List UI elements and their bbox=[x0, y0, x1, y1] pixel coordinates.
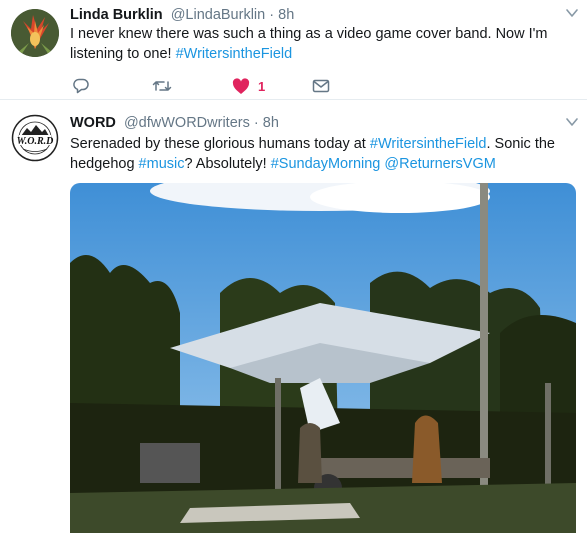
hashtag-link[interactable]: #SundayMorning bbox=[271, 156, 381, 172]
mention-link[interactable]: @ReturnersVGM bbox=[384, 156, 495, 172]
tweet-photo[interactable] bbox=[70, 183, 576, 533]
separator-dot: · bbox=[269, 7, 275, 23]
separator-dot: · bbox=[253, 115, 259, 131]
timestamp[interactable]: 8h bbox=[263, 115, 279, 131]
hashtag-link[interactable]: #music bbox=[139, 156, 185, 172]
flower-avatar[interactable] bbox=[11, 9, 59, 57]
hashtag-link[interactable]: #WritersintheField bbox=[176, 46, 293, 62]
tweet-header: WORD @dfwWORDwriters · 8h bbox=[70, 115, 279, 131]
tweet[interactable]: Linda Burklin @LindaBurklin · 8h I never… bbox=[0, 0, 587, 100]
direct-message-button[interactable] bbox=[312, 76, 330, 96]
chevron-down-icon[interactable] bbox=[565, 115, 579, 129]
user-handle[interactable]: @LindaBurklin bbox=[171, 7, 266, 23]
user-handle[interactable]: @dfwWORDwriters bbox=[124, 115, 250, 131]
reply-icon bbox=[72, 77, 90, 95]
tweet-actions: 1 bbox=[72, 76, 352, 96]
tweet-text-body: I never knew there was such a thing as a… bbox=[70, 26, 548, 62]
timestamp[interactable]: 8h bbox=[278, 7, 294, 23]
tweet-text-segment: Serenaded by these glorious humans today… bbox=[70, 136, 370, 152]
display-name[interactable]: WORD bbox=[70, 115, 116, 131]
like-button[interactable]: 1 bbox=[232, 76, 265, 96]
chevron-down-icon[interactable] bbox=[565, 6, 579, 20]
retweet-icon bbox=[152, 77, 172, 95]
avatar-logo-text: W.O.R.D bbox=[17, 136, 54, 147]
word-logo-avatar[interactable]: W.O.R.D bbox=[11, 114, 59, 162]
display-name[interactable]: Linda Burklin bbox=[70, 7, 163, 23]
tweet-text: I never knew there was such a thing as a… bbox=[70, 24, 575, 64]
like-count: 1 bbox=[258, 78, 266, 94]
retweet-button[interactable] bbox=[152, 76, 172, 96]
tweet-header: Linda Burklin @LindaBurklin · 8h bbox=[70, 7, 294, 23]
reply-button[interactable] bbox=[72, 76, 90, 96]
tweet-text-segment: ? Absolutely! bbox=[184, 156, 271, 172]
tweet[interactable]: W.O.R.D WORD @dfwWORDwriters · 8h Serena… bbox=[0, 101, 587, 533]
direct-message-icon bbox=[312, 78, 330, 94]
tweet-text: Serenaded by these glorious humans today… bbox=[70, 134, 575, 174]
heart-filled-icon bbox=[232, 77, 250, 95]
hashtag-link[interactable]: #WritersintheField bbox=[370, 136, 487, 152]
